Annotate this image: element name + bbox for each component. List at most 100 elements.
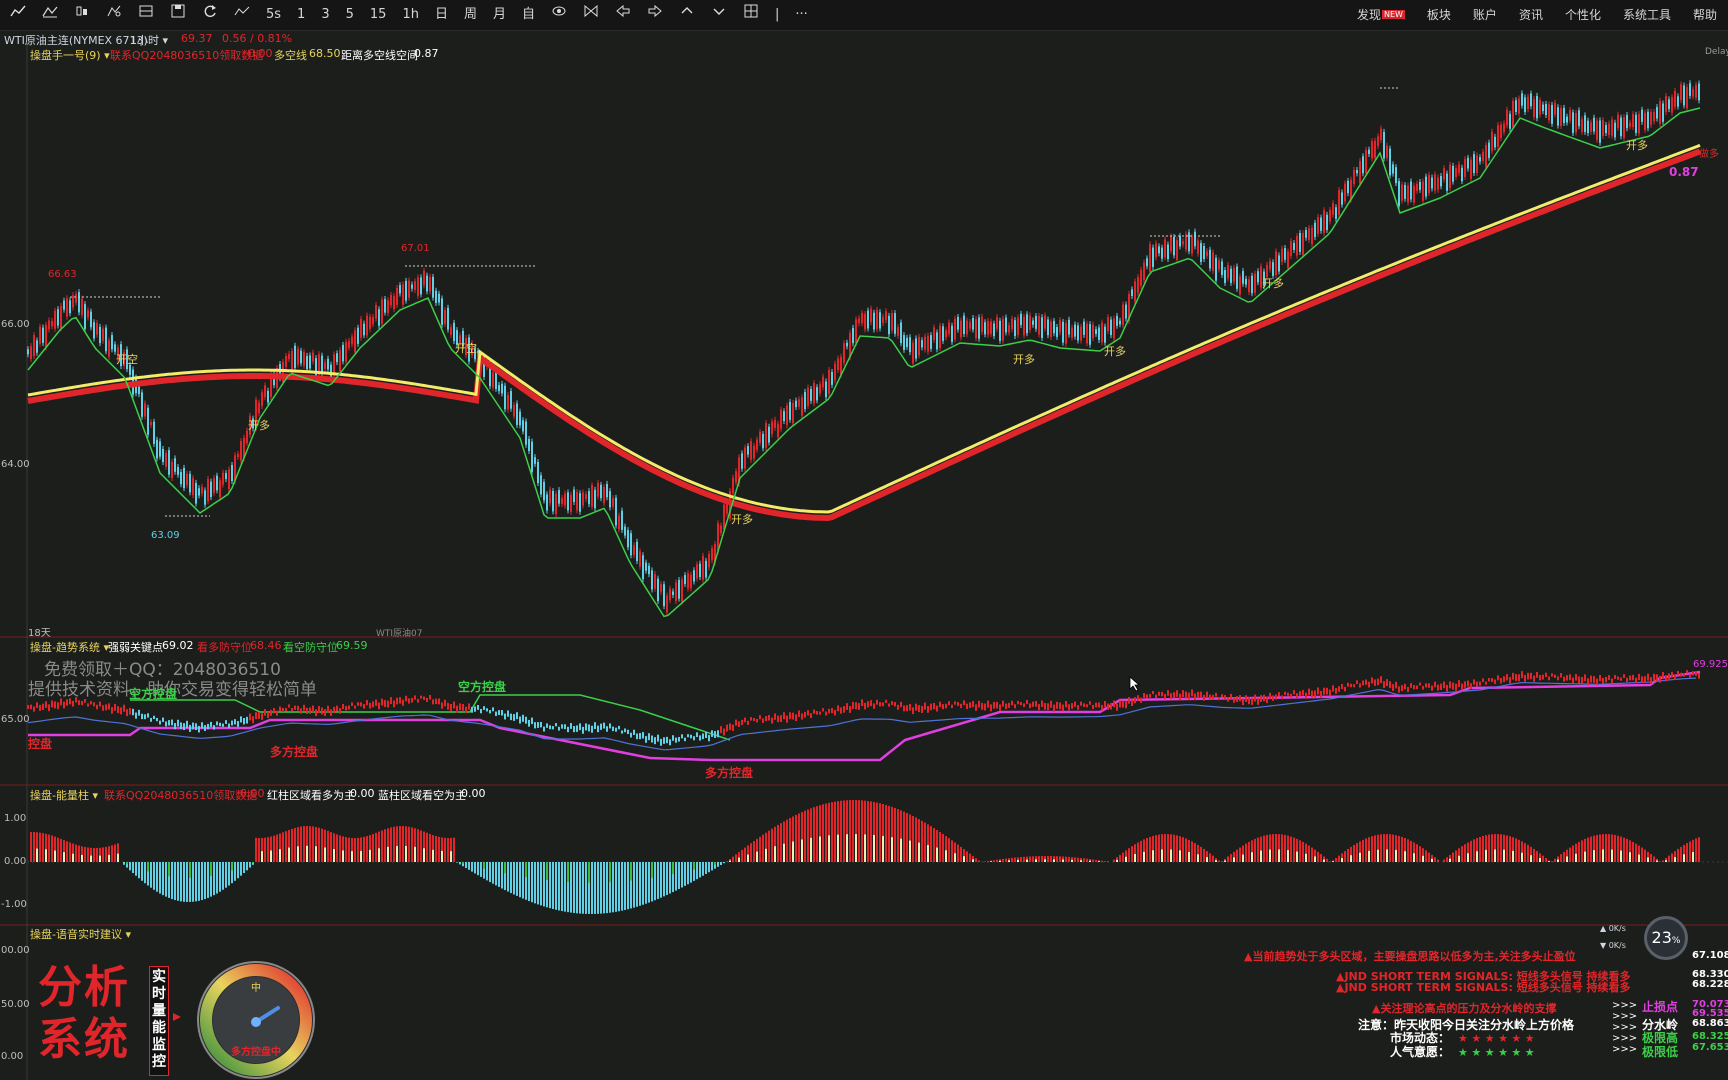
candle-body [300,350,302,364]
signal-duo-5: 开多 [1262,277,1284,290]
energy-bar-inner [1530,855,1532,862]
trend-bar [90,701,92,705]
energy-bar-inner [1053,859,1055,862]
energy-bar [1581,840,1583,862]
candle-body [1533,98,1535,118]
trend-bar [417,698,419,703]
energy-bar-inner [231,862,233,871]
trend-bar [1662,672,1664,679]
trend-bar [1182,690,1184,698]
energy-bar-inner [837,834,839,862]
energy-bar [879,803,881,862]
trend-bar [138,709,140,716]
candle-body [1620,117,1622,137]
trend-bar [939,701,941,708]
candle-body [765,423,767,448]
arrows-col: >>> >>> >>> >>> >>> [1612,1000,1638,1055]
trend-bar [1143,693,1145,698]
candle-body [924,336,926,350]
candle-body [309,355,311,369]
energy-bar [1257,837,1259,862]
trend-title[interactable]: 操盘-趋势系统 ▾ [30,639,109,655]
trend-bar [1371,677,1373,684]
candle-body [852,327,854,344]
energy-bar [1632,841,1634,862]
energy-bar-inner [909,840,911,862]
candle-body [1479,157,1481,162]
trend-bar [1647,673,1649,681]
trend-bar [1029,703,1031,709]
trend-bar [1458,680,1460,688]
energy-bar-inner [351,851,353,862]
candle-body [666,595,668,613]
energy-bar [1695,838,1697,862]
energy-bar [1131,846,1133,862]
energy-bar [903,811,905,862]
trend-bar [279,706,281,712]
candle-body [1029,315,1031,331]
energy-bar [291,828,293,862]
energy-bar [1281,834,1283,862]
candle-body [888,315,890,335]
energy-bar-inner [1080,860,1082,862]
candle-body [1323,210,1325,234]
trend-bar [1695,671,1697,676]
network-widget[interactable]: ▲ 0K/s ▼ 0K/s 23% [1600,916,1690,960]
candle-body [156,439,158,459]
trend-bar [456,705,458,713]
support-band-line [27,148,1702,522]
candle-body [576,492,578,511]
bear-guard-label: 看空防守位 [283,641,338,654]
candle-body [1635,114,1637,133]
energy-bar [1113,859,1115,862]
candle-body [33,335,35,357]
energy-bar [600,862,602,914]
candle-body [1026,314,1028,334]
energy-bar [348,837,350,862]
energy-bar [942,834,944,862]
trend-bar [969,702,971,709]
candle-body [1389,148,1391,176]
trend-bar [828,708,830,714]
trend-bar [510,713,512,721]
energy-bar [384,829,386,862]
energy-bar [552,862,554,909]
candle-body [369,316,371,329]
candle-body [1008,325,1010,333]
voice-title[interactable]: 操盘-语音实时建议 ▾ [30,926,131,942]
candle-body [1608,123,1610,135]
signal-kong-1: 开空 [116,353,138,366]
candle-body [1566,116,1568,123]
energy-bar [708,862,710,873]
energy-bar [447,837,449,862]
energy-bar-inner [147,862,149,872]
energy-bar-inner [864,834,866,862]
trend-bar [237,721,239,727]
trend-bar [555,723,557,727]
trend-bar [1059,702,1061,710]
trend-bar [117,706,119,714]
energy-bar [1290,836,1292,862]
trend-bar [1086,704,1088,708]
candle-body [1515,100,1517,112]
energy-bar [471,862,473,872]
trend-bar [1497,675,1499,681]
energy-bar [1155,835,1157,862]
candle-body [1089,324,1091,345]
energy-bar [1470,840,1472,862]
energy-bar [798,813,800,862]
chart-canvas[interactable] [0,0,1728,1080]
trend-bar [630,732,632,738]
trend-bar [1233,697,1235,703]
energy-bar [636,862,638,907]
energy-bar-inner [936,847,938,862]
trend-bar [732,724,734,731]
energy-bar-inner [1233,857,1235,862]
energy-bar-inner [651,862,653,878]
energy-title[interactable]: 操盘-能量柱 ▾ [30,787,98,803]
candle-body [807,387,809,406]
energy-bar [1236,849,1238,862]
energy-bar [822,804,824,862]
candle-body [102,328,104,341]
trend-bar [609,723,611,729]
